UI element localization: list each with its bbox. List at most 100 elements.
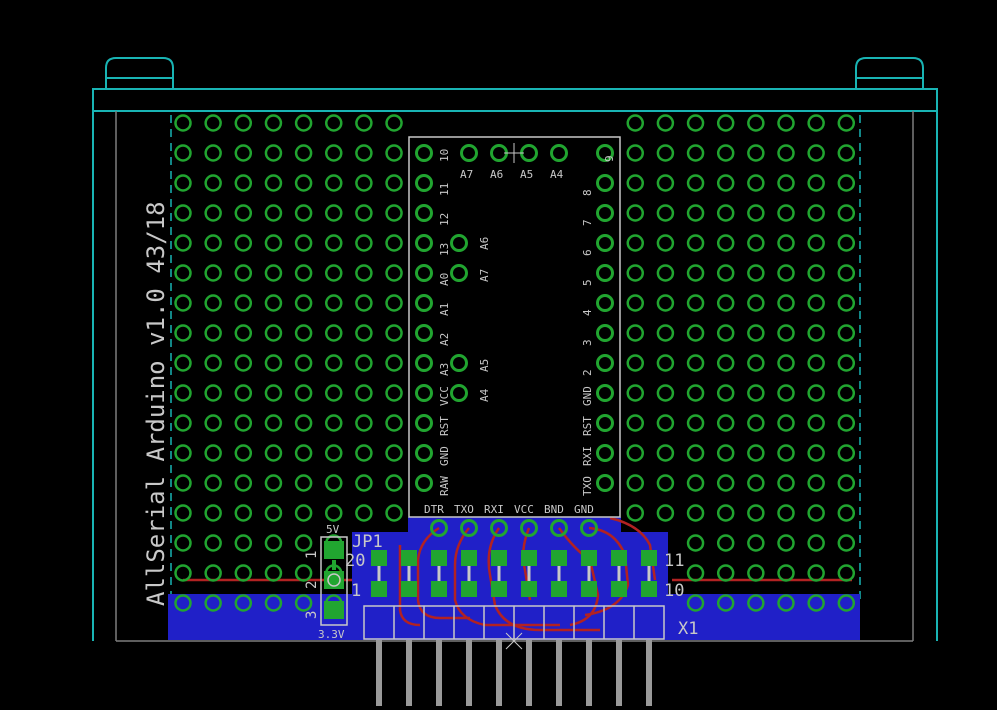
proto-pad [264, 204, 283, 222]
proto-pad [355, 474, 373, 492]
proto-pad [626, 444, 644, 462]
module-label-9: 9 [603, 155, 616, 162]
proto-pad [626, 294, 644, 312]
proto-pad [807, 504, 825, 522]
x1-pad-top [521, 550, 537, 566]
proto-pad [837, 534, 856, 552]
jp1-label-5v: 5V [326, 523, 340, 536]
proto-pad [626, 504, 644, 522]
proto-pad [294, 354, 313, 372]
jp1-pin-1: 1 [304, 551, 320, 559]
proto-pad [686, 234, 705, 252]
proto-pad [264, 414, 283, 432]
proto-pad [355, 354, 373, 372]
proto-pad [204, 264, 222, 282]
module-right-label: 7 [581, 219, 594, 226]
proto-pad [837, 444, 856, 462]
proto-pad [234, 474, 253, 492]
proto-pad [807, 264, 825, 282]
proto-pad [234, 444, 253, 462]
proto-pad [686, 444, 705, 462]
proto-pad [837, 324, 856, 342]
module-pad [596, 234, 614, 252]
proto-pad [626, 114, 644, 132]
proto-pad [355, 294, 373, 312]
proto-pad [656, 234, 675, 252]
proto-pad [777, 354, 795, 372]
proto-pad [747, 324, 765, 342]
proto-pad [355, 444, 373, 462]
proto-pad [385, 264, 403, 282]
module-pad [596, 384, 614, 402]
proto-pad [686, 564, 705, 582]
proto-pad [747, 384, 765, 402]
module-right-label: RST [581, 416, 594, 436]
module-pad [450, 264, 468, 282]
module-right-label: 5 [581, 279, 594, 286]
proto-pad [204, 114, 222, 132]
proto-pad [174, 264, 192, 282]
proto-pad [777, 414, 795, 432]
module-pad [596, 354, 614, 372]
proto-pad [174, 294, 192, 312]
proto-pad [234, 114, 253, 132]
proto-pad [325, 144, 343, 162]
module-pad [415, 474, 433, 492]
proto-pad [777, 234, 795, 252]
proto-pad [325, 114, 343, 132]
proto-pad [777, 324, 795, 342]
x1-pad-top [431, 550, 447, 566]
proto-pad [204, 504, 222, 522]
proto-pad [174, 504, 192, 522]
proto-pad [264, 264, 283, 282]
x1-pad-bottom [491, 581, 507, 597]
proto-pad [234, 294, 253, 312]
proto-pad [204, 174, 222, 192]
proto-pad [174, 234, 192, 252]
proto-pad [385, 444, 403, 462]
proto-pad [686, 204, 705, 222]
proto-pad [747, 144, 765, 162]
proto-pad [656, 264, 675, 282]
proto-pad [807, 474, 825, 492]
proto-pad [294, 174, 313, 192]
proto-pad [777, 294, 795, 312]
module-pad [415, 414, 433, 432]
proto-pad [234, 234, 253, 252]
proto-pad [234, 174, 253, 192]
proto-pad [837, 474, 856, 492]
proto-pad [234, 384, 253, 402]
proto-pad [807, 354, 825, 372]
proto-pad [355, 204, 373, 222]
proto-pad [716, 114, 735, 132]
proto-pad [174, 384, 192, 402]
module-pad [596, 204, 614, 222]
proto-pad [626, 324, 644, 342]
proto-pad [355, 324, 373, 342]
proto-pad [807, 324, 825, 342]
proto-pad [686, 354, 705, 372]
module-pad [596, 264, 614, 282]
jp1-label-3v3: 3.3V [318, 628, 345, 641]
module-pad [415, 174, 433, 192]
proto-pad [325, 264, 343, 282]
proto-pad [807, 414, 825, 432]
proto-pad [777, 204, 795, 222]
proto-pad [747, 444, 765, 462]
proto-pad [294, 114, 313, 132]
proto-pad [264, 354, 283, 372]
mounting-tab-right [855, 57, 924, 89]
x1-pad-bottom [431, 581, 447, 597]
proto-pad [174, 474, 192, 492]
proto-pad [234, 564, 253, 582]
module-right-label: 4 [581, 309, 594, 316]
proto-pad [837, 564, 856, 582]
proto-pad [656, 354, 675, 372]
proto-pad [385, 474, 403, 492]
proto-pad [355, 504, 373, 522]
proto-pad [747, 264, 765, 282]
module-left-label: GND [438, 446, 451, 466]
x1-pad-bottom [461, 581, 477, 597]
module-pad [450, 234, 468, 252]
jp1-pad-1 [324, 541, 344, 559]
